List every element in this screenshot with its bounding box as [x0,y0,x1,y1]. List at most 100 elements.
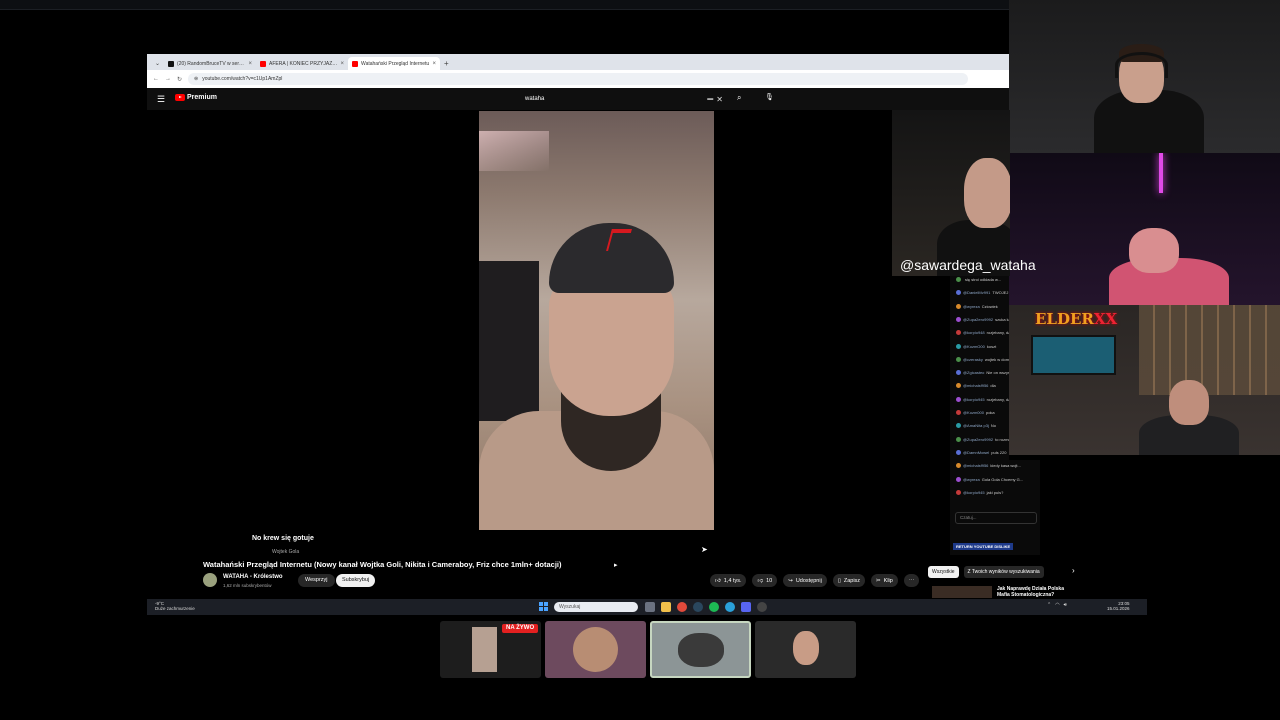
chat-input[interactable]: Czatuj... [955,512,1037,524]
youtube-logo[interactable]: Premium [175,94,217,101]
chat-avatar [956,410,961,415]
task-view-icon[interactable] [645,602,655,612]
share-label: Udostępnij [795,577,822,584]
chat-avatar [956,316,961,322]
search-icon[interactable]: ⌕ [737,93,741,103]
headphones-icon [1115,52,1168,78]
chat-username[interactable]: @wyreza [963,477,980,482]
search-input[interactable]: wataha ▬ ✕ [519,92,731,106]
share-icon: ↪ [788,577,793,584]
chat-username[interactable]: @AmaNita p3j [963,423,989,428]
chat-username[interactable]: @michalsf956 [963,463,988,468]
support-button[interactable]: Wesprzyj [298,574,335,587]
telegram-icon[interactable] [725,602,735,612]
more-actions-button[interactable]: ⋯ [903,574,920,587]
chat-avatar [956,370,961,376]
volume-icon[interactable]: 🔊︎ [1064,602,1067,608]
spotify-icon[interactable] [709,602,719,612]
chat-username[interactable]: @korpio948 [963,330,985,335]
menu-icon[interactable]: ☰ [157,94,165,105]
mic-icon[interactable]: 🎙 [765,93,774,101]
thumbs-up-icon: 👍︎ [715,577,721,584]
reload-icon[interactable]: ↻ [177,76,182,83]
steam-icon[interactable] [693,602,703,612]
chevron-right-icon[interactable]: › [1072,566,1075,575]
cam-handle: @sawardega_wataha [900,257,1036,273]
chat-username[interactable]: @korpio945 [963,397,985,402]
chat-username[interactable]: @michalsf956 [963,383,988,388]
youtube-play-icon [175,94,185,101]
share-button[interactable]: ↪ Udostępnij [783,574,827,587]
site-info-icon[interactable]: ⊜ [194,76,198,82]
person-head [1169,380,1209,425]
tab-close-icon[interactable]: × [341,61,345,67]
wifi-icon[interactable]: ◠ [1055,602,1059,608]
chat-username[interactable]: @Zgicasteo [963,370,984,375]
chip-from-search[interactable]: Z Twoich wyników wyszukiwania [963,566,1044,578]
browser-tab-active[interactable]: Watahański Przegląd Internetu × [348,57,441,70]
tab-label: (20) RandomBruceTV w serwisie X [177,60,245,67]
url-input[interactable]: ⊜ youtube.com/watch?v=c1Up1AmZpl [188,73,969,85]
dislike-button[interactable]: 👎︎ 10 [752,574,778,587]
back-icon[interactable]: ← [153,76,159,82]
chip-all[interactable]: Wszystkie [928,566,959,578]
participant-tile-3[interactable] [650,621,751,678]
chat-username[interactable]: @Kozm000 [963,410,984,415]
forward-icon[interactable]: → [165,76,171,82]
chat-username[interactable]: @KozmO00 [963,344,985,349]
recommendation-thumbnail[interactable] [932,586,992,598]
chat-message: @michalsf956 kiedy kasa wojt... [956,463,1040,469]
tab-strip: ⌄ (20) RandomBruceTV w serwisie X × AFER… [147,54,1009,70]
save-button[interactable]: ▯ Zapisz [832,574,866,587]
chrome-icon[interactable] [677,602,687,612]
url-text: youtube.com/watch?v=c1Up1AmZpl [202,76,283,82]
chat-text: Cziowiek [981,303,998,309]
taskbar-search-input[interactable]: Wyszukaj [554,602,638,612]
video-title: Watahański Przegląd Internetu (Nowy kana… [203,560,562,569]
wall-light [479,131,549,171]
chat-avatar [956,343,961,349]
return-dislike-button[interactable]: RETURN YOUTUBE DISLIKE [953,543,1014,550]
chat-avatar [956,423,961,429]
neon-light [1159,153,1163,193]
participant-tile-2[interactable] [545,621,646,678]
chat-username[interactable]: @czerasky [963,357,983,362]
browser-tab[interactable]: (20) RandomBruceTV w serwisie X × [164,57,256,70]
weather-widget[interactable]: -9°C Duże zachmurzenie [155,601,195,611]
tray-chevron-icon[interactable]: ⌃ [1047,602,1051,608]
chat-username[interactable]: @korpio945 [963,490,985,495]
recommendation-title[interactable]: Jak Naprawdę Działa Polska Mafia Stomato… [997,586,1077,598]
chat-avatar [956,463,961,469]
chat-username[interactable]: @DanielMv991 [963,290,990,295]
windows-start-icon[interactable] [539,602,548,611]
channel-avatar[interactable] [203,573,217,587]
avatar [573,627,618,672]
chat-username[interactable]: @wyreza [963,304,980,309]
keyboard-icon[interactable]: ▬ [707,96,713,102]
chat-avatar [956,476,961,482]
tab-close-icon[interactable]: × [433,61,437,67]
chat-username[interactable]: @Zupa2ero9992 [963,317,993,322]
participant-tile-4[interactable] [755,621,856,678]
chat-username[interactable]: @Zupa2ero9992 [963,437,993,442]
clock-date: 15.01.2026 [1107,606,1130,611]
tab-search-icon[interactable]: ⌄ [151,60,164,70]
more-icon: ⋯ [908,577,915,584]
clip-button[interactable]: ✂ Klip [871,574,898,587]
new-tab-button[interactable]: + [440,59,453,70]
tab-close-icon[interactable]: × [249,61,253,67]
channel-name[interactable]: WATAHA - Królestwo [223,574,283,580]
browser-tab[interactable]: AFERA | KONIEC PRZYJAŹNI Z ... × [256,57,348,70]
thumbs-down-icon: 👎︎ [757,577,764,584]
video-caption-sub: Wojtek Gola [272,549,300,555]
subscribe-button[interactable]: Subskrybuj [336,574,376,587]
discord-icon[interactable] [741,602,751,612]
like-button[interactable]: 👍︎ 1,4 tys. [710,574,747,587]
clear-search-icon[interactable]: ✕ [716,95,723,104]
obs-icon[interactable] [757,602,767,612]
video-frame[interactable] [479,111,714,530]
video-caption: No krew się gotuje [252,535,314,542]
file-explorer-icon[interactable] [661,602,671,612]
taskbar-clock[interactable]: 23:05 15.01.2026 [1107,601,1130,611]
chat-username[interactable]: @DamnMowel [963,450,989,455]
